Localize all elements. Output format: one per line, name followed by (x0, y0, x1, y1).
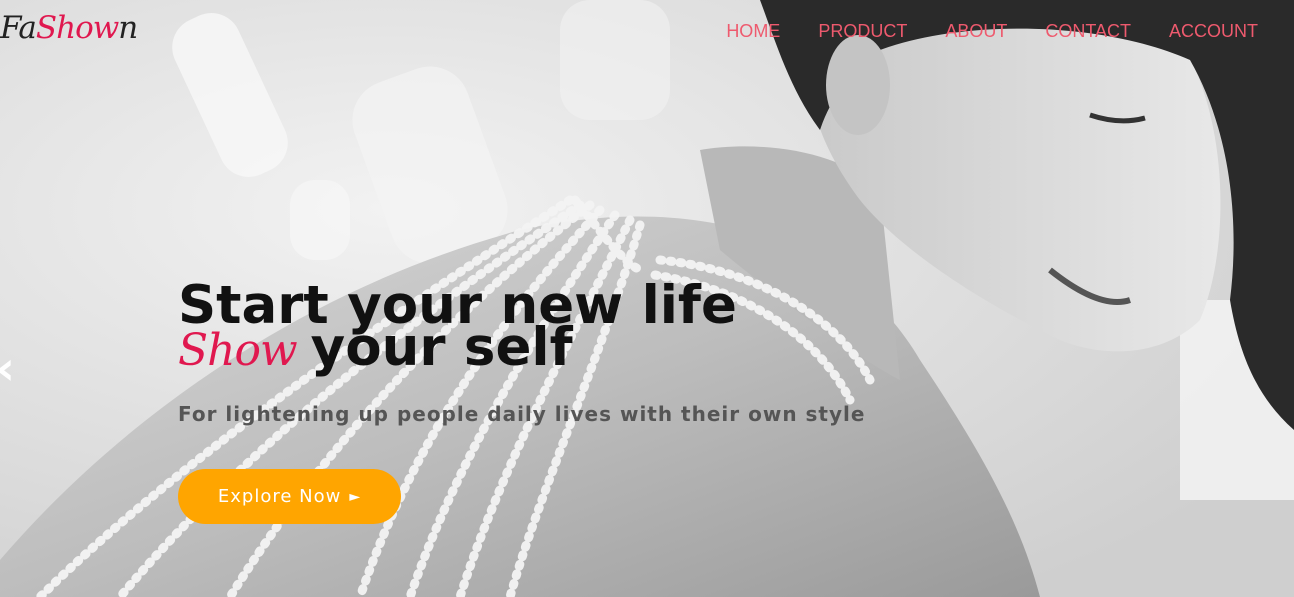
main-nav: HOME PRODUCT ABOUT CONTACT ACCOUNT (726, 20, 1258, 42)
hero-subheadline-rest: your self (310, 317, 573, 378)
logo-text-accent: Show (35, 10, 119, 46)
hero-subheadline-accent: Show (178, 325, 298, 376)
brand-logo[interactable]: FaShown (0, 8, 138, 48)
nav-item-account[interactable]: ACCOUNT (1169, 20, 1258, 42)
nav-item-contact[interactable]: CONTACT (1045, 20, 1131, 42)
nav-item-home[interactable]: HOME (726, 20, 780, 42)
nav-item-about[interactable]: ABOUT (945, 20, 1007, 42)
hero-tagline: For lightening up people daily lives wit… (178, 402, 866, 426)
logo-text-part3: n (118, 10, 138, 46)
explore-now-label: Explore Now (217, 486, 342, 507)
hero-section: FaShown HOME PRODUCT ABOUT CONTACT ACCOU… (0, 0, 1294, 597)
chevron-left-icon[interactable]: ‹ (0, 340, 15, 396)
hero-subheadline: Show your self (178, 320, 573, 379)
nav-item-product[interactable]: PRODUCT (818, 20, 907, 42)
explore-now-button[interactable]: Explore Now ► (178, 469, 401, 524)
play-arrow-icon: ► (349, 488, 362, 505)
logo-text-part1: Fa (0, 10, 37, 46)
